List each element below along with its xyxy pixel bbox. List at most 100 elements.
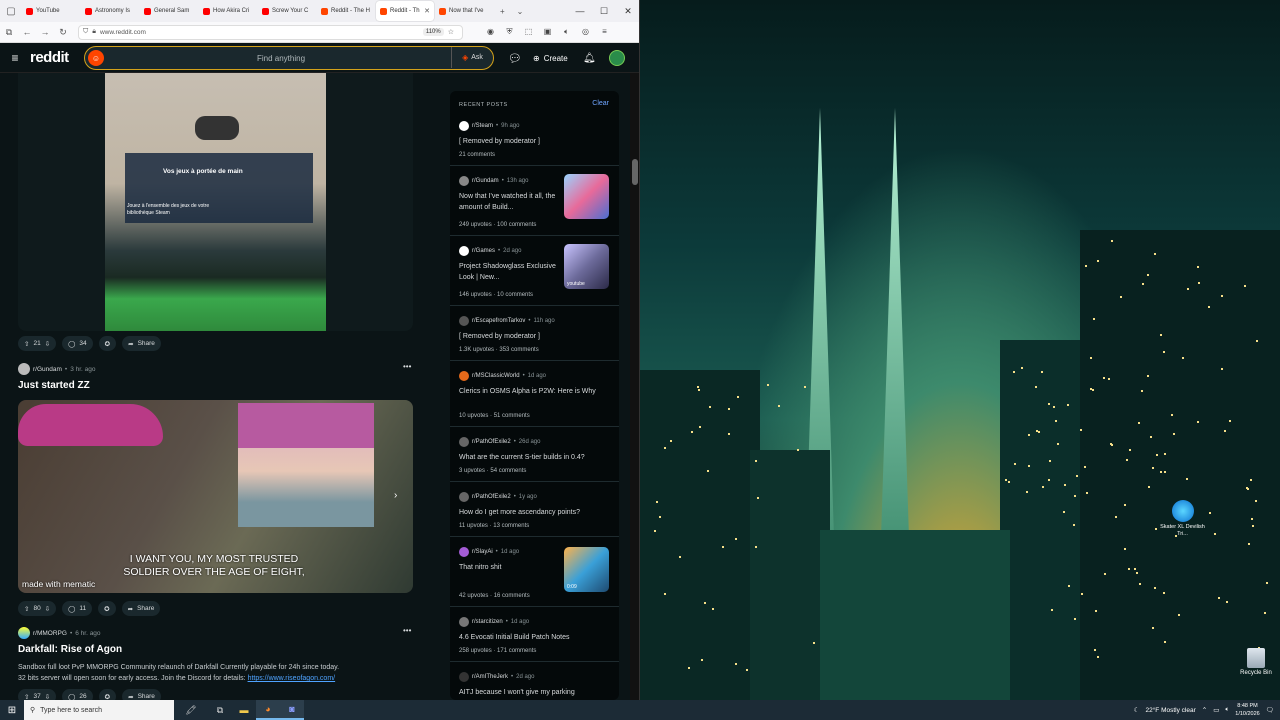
menu-icon[interactable]: ≡	[595, 27, 614, 37]
file-explorer-icon[interactable]: ▬	[232, 700, 256, 720]
more-options-icon[interactable]: •••	[403, 626, 411, 635]
post-image[interactable]: Vos jeux à portée de main Jouez à l'ense…	[18, 73, 413, 331]
recent-post-title[interactable]: What are the current S-tier builds in 0.…	[459, 452, 609, 463]
bookmark-star-icon[interactable]: ☆	[448, 28, 454, 36]
weather-text[interactable]: 22°F Mostly clear	[1145, 707, 1195, 714]
url-bar[interactable]: ⛉ 🔒︎ www.reddit.com 110% ☆	[78, 24, 463, 40]
recent-post-subreddit[interactable]: r/PathOfExile2	[472, 439, 511, 445]
windows-start-icon[interactable]: ⊞	[0, 705, 24, 716]
post-title[interactable]: Darkfall: Rise of Agon	[18, 644, 122, 655]
vote-pill[interactable]: ⇧ 80 ⇩	[18, 601, 57, 616]
taskbar-search-input[interactable]: Type here to search	[40, 707, 102, 714]
upvote-icon[interactable]: ⇧	[24, 693, 29, 701]
shield-extension-icon[interactable]: ⛨	[500, 27, 519, 37]
reddit-logo[interactable]: reddit	[30, 49, 69, 66]
back-icon[interactable]: ←	[18, 27, 36, 37]
desktop-icon-skater[interactable]: Skater XL Devilish Tri...	[1160, 500, 1205, 538]
user-avatar[interactable]	[609, 43, 625, 73]
recent-post-subreddit[interactable]: r/AmITheJerk	[472, 674, 508, 680]
maximize-icon[interactable]: ☐	[592, 6, 616, 17]
recent-post-item[interactable]: r/PathOfExile2 • 26d ago What are the curre…	[450, 427, 619, 482]
comments-button[interactable]: ◯ 26	[62, 689, 93, 700]
reload-icon[interactable]: ↻	[54, 27, 72, 38]
recent-post-subreddit[interactable]: r/Games	[472, 248, 495, 254]
post-image[interactable]: I WANT YOU, MY MOST TRUSTED SOLDIER OVER…	[18, 400, 413, 593]
recent-post-thumbnail[interactable]: 0:09	[564, 547, 609, 592]
browser-tab[interactable]: YouTube	[22, 1, 80, 21]
post-link[interactable]: https://www.riseofagon.com/	[248, 675, 336, 682]
search-input[interactable]: Find anything	[257, 54, 305, 63]
volume-icon[interactable]: 🔈︎	[1225, 706, 1229, 714]
profile-icon[interactable]: ◎	[576, 27, 595, 37]
recent-post-subreddit[interactable]: r/EscapefromTarkov	[472, 318, 525, 324]
downvote-icon[interactable]: ⇩	[45, 605, 50, 613]
recent-post-item[interactable]: r/Steam • 9h ago [ Removed by moderator ] 21…	[450, 111, 619, 166]
ask-button[interactable]: ◈ Ask	[451, 47, 493, 68]
tray-chevron-icon[interactable]: ⌃	[1202, 706, 1207, 714]
browser-tab[interactable]: General Sam	[140, 1, 198, 21]
browser-tab[interactable]: Now that I've	[435, 1, 493, 21]
upvote-icon[interactable]: ⇧	[24, 605, 29, 613]
browser-tab[interactable]: How Akira Cri	[199, 1, 257, 21]
tab-list-icon[interactable]: ⌄	[511, 7, 530, 16]
hamburger-menu-icon[interactable]: ≡	[0, 51, 30, 65]
notification-bell-icon[interactable]: 🔔︎	[583, 43, 596, 73]
zoom-level[interactable]: 110%	[422, 28, 444, 36]
share-button[interactable]: ➦ Share	[121, 601, 161, 616]
recent-post-subreddit[interactable]: r/MSClassicWorld	[472, 373, 520, 379]
clock[interactable]: 8:48 PM 1/10/2026	[1235, 702, 1259, 718]
recent-post-title[interactable]: Now that I've watched it all, the amount…	[459, 191, 557, 213]
subreddit-name[interactable]: r/MMORPG	[33, 630, 67, 637]
browser-tab[interactable]: Screw Your C	[258, 1, 316, 21]
scrollbar-thumb[interactable]	[632, 159, 638, 185]
create-button[interactable]: ⊕ Create	[533, 43, 568, 73]
scrollbar[interactable]	[630, 73, 639, 700]
audio-icon[interactable]: 🔈︎	[557, 27, 576, 37]
recent-post-title[interactable]: Clerics in OSMS Alpha is P2W: Here is Wh…	[459, 386, 609, 397]
recent-post-title[interactable]: Project Shadowglass Exclusive Look | New…	[459, 261, 557, 283]
downvote-icon[interactable]: ⇩	[45, 340, 50, 348]
subreddit-avatar[interactable]	[18, 363, 30, 375]
award-button[interactable]: ✪	[98, 689, 117, 700]
extension-badge-icon[interactable]: ▣	[538, 27, 557, 37]
recent-post-thumbnail[interactable]	[564, 174, 609, 219]
recent-post-item[interactable]: r/starcitizen • 1d ago 4.6 Evocati Initial …	[450, 607, 619, 662]
discord-icon[interactable]: ◙	[280, 700, 304, 720]
clear-button[interactable]: Clear	[592, 100, 609, 107]
recent-post-item[interactable]: r/PathOfExile2 • 1y ago How do I get more a…	[450, 482, 619, 537]
desktop-icon-recycle-bin[interactable]: Recycle Bin	[1236, 648, 1276, 676]
recent-post-title[interactable]: [ Removed by moderator ]	[459, 136, 609, 147]
tab-close-icon[interactable]: ✕	[424, 7, 430, 15]
task-view-icon[interactable]: ⧉	[208, 700, 232, 720]
recent-post-subreddit[interactable]: r/SlayAi	[472, 549, 493, 555]
share-button[interactable]: ➦ Share	[122, 336, 161, 351]
chat-icon[interactable]: 💬︎	[508, 43, 522, 73]
recent-post-title[interactable]: AITJ because I won't give my parking	[459, 687, 609, 698]
more-options-icon[interactable]: •••	[403, 362, 411, 371]
subreddit-avatar[interactable]	[18, 627, 30, 639]
notifications-icon[interactable]: 🗨︎	[1266, 706, 1274, 714]
recent-post-thumbnail[interactable]: youtube	[564, 244, 609, 289]
extension-icon[interactable]: ◉	[481, 27, 500, 37]
search-bar[interactable]: ☺ Find anything ◈ Ask	[84, 46, 494, 70]
downvote-icon[interactable]: ⇩	[45, 693, 50, 701]
recent-post-subreddit[interactable]: r/Steam	[472, 123, 493, 129]
taskbar-search[interactable]: ⚲ Type here to search	[24, 700, 174, 720]
recent-post-subreddit[interactable]: r/starcitizen	[472, 619, 503, 625]
upvote-icon[interactable]: ⇧	[24, 340, 29, 348]
subreddit-name[interactable]: r/Gundam	[33, 366, 62, 373]
close-icon[interactable]: ✕	[616, 6, 639, 17]
recent-post-title[interactable]: 4.6 Evocati Initial Build Patch Notes	[459, 632, 609, 643]
share-button[interactable]: ➦ Share	[122, 689, 161, 700]
puzzle-icon[interactable]: ⬚	[519, 27, 538, 37]
recent-post-item[interactable]: r/Gundam • 13h ago Now that I've watched it…	[450, 166, 619, 236]
award-button[interactable]: ✪	[98, 601, 116, 616]
firefox-icon[interactable]: ◕	[256, 700, 280, 720]
network-icon[interactable]: ▭	[1213, 706, 1219, 714]
recent-post-item[interactable]: r/Games • 2d ago Project Shadowglass Exclus…	[450, 236, 619, 306]
comments-button[interactable]: ◯ 11	[62, 601, 93, 616]
recent-post-title[interactable]: That nitro shit	[459, 562, 557, 573]
browser-tab[interactable]: Reddit - The H	[317, 1, 375, 21]
recent-post-item[interactable]: r/EscapefromTarkov • 11h ago [ Removed by m…	[450, 306, 619, 361]
vote-pill[interactable]: ⇧ 37 ⇩	[18, 689, 57, 701]
